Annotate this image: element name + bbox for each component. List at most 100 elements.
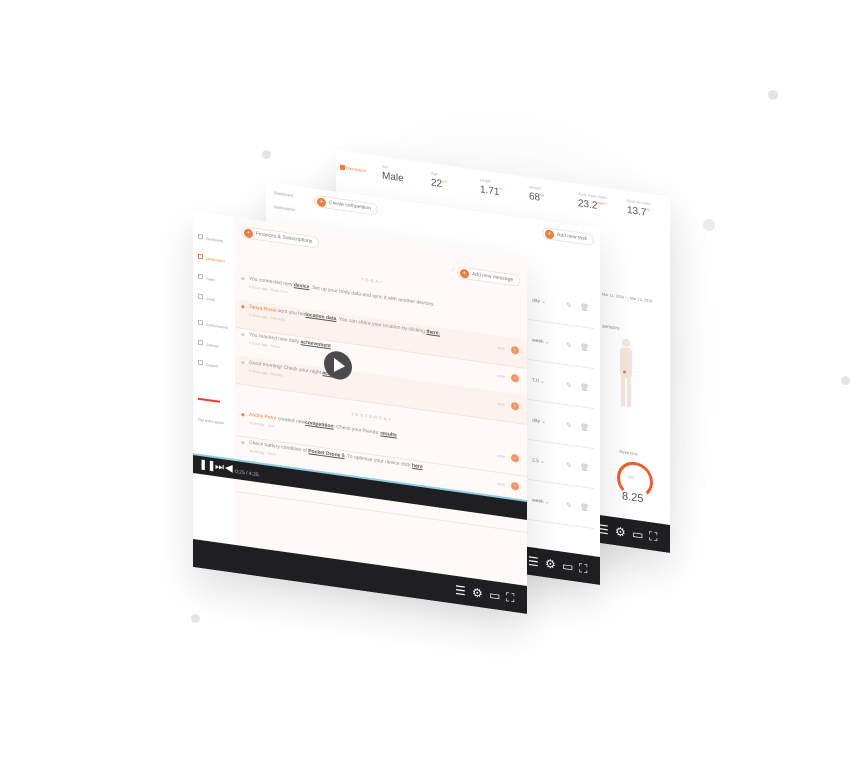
body-figure (614, 337, 638, 410)
back-sensors-label: sensors (602, 323, 620, 332)
fullscreen-icon[interactable]: ⛶ (506, 590, 514, 605)
task-period[interactable]: week ⌄ (532, 497, 549, 505)
message-link[interactable]: Pocket Drone 5 (308, 448, 344, 459)
task-row[interactable]: week ⌄ ✎ 🗑 (528, 484, 594, 530)
message-link[interactable]: achievement (301, 339, 331, 349)
stat-item: Weight 68kg (529, 185, 575, 208)
nav-icon (198, 319, 203, 326)
video-time: 0:25 / 4:25 (235, 468, 259, 479)
window-icon[interactable]: ▭ (489, 588, 500, 604)
sleep-value: 8.25 (622, 490, 644, 506)
task-period[interactable]: 2.5 ⌄ (532, 457, 545, 465)
chevron-right-icon[interactable]: › (511, 481, 519, 491)
front-sidebar-label: Tasks (206, 276, 215, 283)
middle-sidebar-item-dashboard[interactable]: Dashboard (274, 191, 293, 198)
front-sidebar-label: Notifications (206, 256, 226, 264)
stat-unit: kg/m² (597, 200, 607, 206)
task-row[interactable]: day ⌄ ✎ 🗑 (528, 404, 594, 450)
create-competition-button[interactable]: + Create competition (314, 194, 378, 216)
window-icon[interactable]: ▭ (562, 559, 573, 575)
stat-unit: % (646, 207, 650, 213)
more-link[interactable]: more (497, 374, 505, 379)
middle-sidebar-item-notifications[interactable]: Notifications (274, 205, 295, 212)
add-task-label: Add new task (557, 231, 588, 243)
trash-icon[interactable]: 🗑 (580, 343, 589, 352)
finances-badge[interactable]: • Finances & Subscriptions (241, 225, 320, 249)
volume-icon[interactable]: ◀ (225, 462, 233, 475)
nav-icon (198, 273, 203, 280)
trash-icon[interactable]: 🗑 (580, 303, 589, 312)
edit-icon[interactable]: ✎ (566, 501, 572, 510)
stat-item: Age 22y.o. (431, 171, 477, 194)
message-meta: 6 hours ago · Dismiss (249, 368, 283, 378)
add-message-button[interactable]: + Add new message (457, 266, 521, 287)
message-link[interactable]: location data (305, 312, 336, 322)
message-link[interactable]: device (294, 282, 310, 290)
menu-icon[interactable]: ☰ (528, 554, 539, 570)
front-sidebar-label: Dashboard (206, 236, 224, 244)
task-row[interactable]: day ⌄ ✎ 🗑 (528, 284, 594, 330)
fullscreen-icon[interactable]: ⛶ (579, 561, 587, 576)
front-sidebar-item[interactable]: Goals (198, 286, 215, 306)
gear-icon[interactable]: ⚙ (472, 585, 483, 601)
message-icon: ◆ (241, 439, 245, 447)
skip-icon[interactable]: ⏭ (215, 461, 224, 474)
message-suffix: . Set up your body data and sync it with… (309, 284, 435, 308)
message-suffix: . Check your friends' (333, 423, 381, 437)
task-period[interactable]: 7.0 ⌄ (532, 377, 545, 385)
task-row[interactable]: 2.5 ⌄ ✎ 🗑 (528, 444, 594, 490)
chevron-right-icon[interactable]: › (511, 345, 519, 355)
task-period[interactable]: day ⌄ (532, 417, 546, 425)
edit-icon[interactable]: ✎ (566, 341, 572, 350)
add-task-button[interactable]: + Add new task (542, 226, 595, 247)
stat-item: Height 1.71m (480, 178, 526, 201)
message-link-2[interactable]: here (412, 463, 423, 470)
front-sidebar-item[interactable]: Dashboard (198, 226, 223, 248)
message-prefix: Andriy Petro (249, 411, 277, 422)
message-link-2[interactable]: there. (426, 329, 440, 337)
front-sidebar-item[interactable]: Support (198, 352, 218, 373)
chevron-right-icon[interactable]: › (511, 373, 519, 383)
more-link[interactable]: more (497, 482, 505, 487)
menu-icon[interactable]: ☰ (455, 583, 466, 599)
message-link[interactable]: competition (305, 420, 333, 430)
back-date-range[interactable]: Mar 11, 2016 — Mar 13, 2016 (602, 292, 652, 303)
task-row[interactable]: week ⌄ ✎ 🗑 (528, 324, 594, 370)
task-period[interactable]: week ⌄ (532, 337, 549, 345)
more-link[interactable]: more (497, 402, 505, 407)
message-icon: ◆ (241, 359, 245, 367)
pin-icon: • (244, 228, 253, 239)
more-link[interactable]: more (497, 454, 505, 459)
create-competition-label: Create competition (329, 199, 371, 212)
message-prefix: Tanya Rusia (249, 303, 277, 314)
task-row[interactable]: 7.0 ⌄ ✎ 🗑 (528, 364, 594, 410)
front-sidebar-item[interactable]: Achievements (198, 312, 228, 334)
gear-icon[interactable]: ⚙ (545, 556, 556, 572)
add-message-label: Add new message (472, 271, 514, 283)
stat-item: Sex Male (382, 164, 428, 187)
edit-icon[interactable]: ✎ (566, 421, 572, 430)
nav-icon (198, 233, 203, 240)
trash-icon[interactable]: 🗑 (580, 383, 589, 392)
task-period[interactable]: day ⌄ (532, 297, 546, 305)
trash-icon[interactable]: 🗑 (580, 423, 589, 432)
edit-icon[interactable]: ✎ (566, 381, 572, 390)
window-icon[interactable]: ▭ (632, 527, 643, 543)
message-link-2[interactable]: results (380, 430, 396, 438)
edit-icon[interactable]: ✎ (566, 301, 572, 310)
chevron-right-icon[interactable]: › (511, 401, 519, 411)
fullscreen-icon[interactable]: ⛶ (649, 529, 657, 544)
back-brand-label: Dashboard (346, 165, 366, 174)
more-link[interactable]: more (497, 346, 505, 351)
chevron-right-icon[interactable]: › (511, 453, 519, 463)
gear-icon[interactable]: ⚙ (615, 524, 626, 540)
front-sidebar-item[interactable]: Notifications (198, 246, 225, 268)
trash-icon[interactable]: 🗑 (580, 503, 589, 512)
pause-icon[interactable]: ❚❚ (199, 459, 216, 473)
message-icon: ◆ (241, 303, 245, 311)
edit-icon[interactable]: ✎ (566, 461, 572, 470)
front-sidebar-item[interactable]: Settings (198, 332, 219, 353)
message-meta: Yesterday · Join (249, 420, 274, 429)
trash-icon[interactable]: 🗑 (580, 463, 589, 472)
front-sidebar-item[interactable]: Tasks (198, 266, 215, 286)
